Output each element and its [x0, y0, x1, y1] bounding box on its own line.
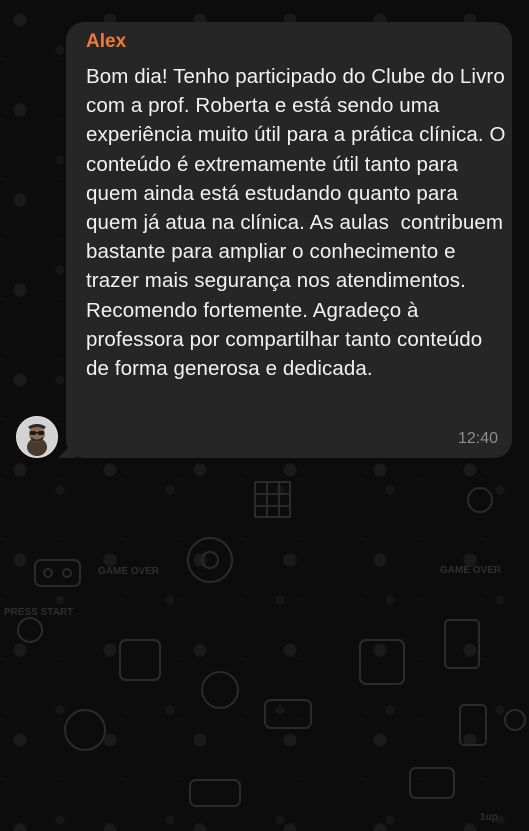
message-bubble[interactable]: Alex Bom dia! Tenho participado do Clube… [66, 22, 512, 458]
message-row: Alex Bom dia! Tenho participado do Clube… [8, 22, 513, 458]
avatar-photo-icon [17, 417, 57, 457]
sender-name: Alex [86, 31, 127, 52]
message-text: Bom dia! Tenho participado do Clube do L… [86, 65, 512, 381]
message-time: 12:40 [457, 430, 498, 447]
avatar[interactable] [16, 416, 58, 458]
